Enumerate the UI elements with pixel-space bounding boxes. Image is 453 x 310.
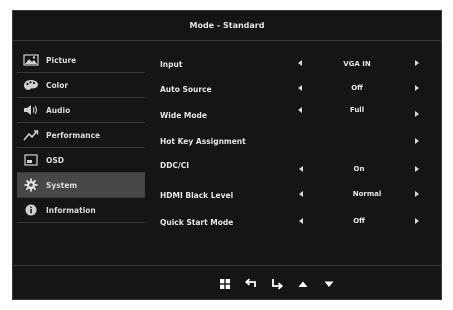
setting-wide-mode[interactable]: Wide Mode Full [147, 106, 437, 123]
palette-icon [23, 79, 39, 91]
setting-label: Input [160, 60, 183, 69]
setting-hot-key-assignment[interactable]: Hot Key Assignment [147, 133, 437, 149]
setting-auto-source[interactable]: Auto Source Off [147, 81, 437, 97]
picture-icon [23, 54, 39, 66]
setting-input[interactable]: Input VGA IN [147, 56, 437, 72]
performance-graph-icon [23, 129, 39, 141]
left-arrow-icon[interactable] [298, 60, 302, 66]
right-arrow-icon[interactable] [415, 218, 419, 224]
left-arrow-icon[interactable] [298, 107, 302, 113]
setting-value: Off [353, 217, 365, 225]
sidebar-item-system[interactable]: System [17, 173, 145, 198]
speaker-icon [23, 104, 39, 116]
setting-label: Hot Key Assignment [160, 137, 246, 146]
sidebar-item-performance[interactable]: Performance [17, 123, 145, 148]
right-arrow-icon[interactable] [415, 166, 419, 172]
menu-grid-icon[interactable] [218, 276, 232, 290]
setting-ddc-ci[interactable]: DDC/CI On [147, 159, 437, 175]
left-arrow-icon[interactable] [299, 166, 303, 172]
setting-value: On [353, 165, 365, 173]
setting-label: Auto Source [160, 85, 212, 94]
setting-label: Wide Mode [160, 111, 207, 120]
sidebar-item-label: Picture [46, 56, 77, 65]
setting-value: VGA IN [343, 60, 371, 68]
sidebar-item-label: System [46, 181, 78, 190]
right-arrow-icon[interactable] [415, 60, 419, 66]
sidebar-item-information[interactable]: Information [17, 198, 145, 223]
sidebar: Picture Color Audio Performance OSD Syst… [17, 48, 145, 223]
sidebar-item-osd[interactable]: OSD [17, 148, 145, 173]
divider [13, 265, 441, 266]
setting-value: Normal [352, 190, 382, 198]
setting-label: HDMI Black Level [160, 191, 234, 200]
sidebar-item-label: OSD [46, 156, 65, 165]
setting-quick-start-mode[interactable]: Quick Start Mode Off [147, 214, 437, 230]
right-arrow-icon[interactable] [415, 191, 419, 197]
setting-hdmi-black-level[interactable]: HDMI Black Level Normal [147, 187, 437, 203]
sidebar-item-audio[interactable]: Audio [17, 98, 145, 123]
sidebar-item-label: Color [46, 81, 69, 90]
up-arrow-icon[interactable] [296, 276, 310, 290]
sidebar-item-label: Audio [46, 106, 71, 115]
hotkey-bar [218, 276, 348, 292]
info-icon [23, 204, 39, 216]
right-arrow-icon[interactable] [415, 85, 419, 91]
sidebar-item-label: Performance [46, 131, 101, 140]
osd-menu-window: Mode - Standard Picture Color Audio Perf… [12, 10, 442, 300]
sidebar-item-color[interactable]: Color [17, 73, 145, 98]
right-arrow-icon[interactable] [415, 138, 419, 144]
right-arrow-icon[interactable] [415, 111, 419, 117]
left-arrow-icon[interactable] [298, 85, 302, 91]
sidebar-item-picture[interactable]: Picture [17, 48, 145, 73]
left-arrow-icon[interactable] [299, 191, 303, 197]
gear-icon [23, 178, 39, 192]
sidebar-item-label: Information [46, 206, 96, 215]
setting-value: Off [351, 84, 363, 92]
left-arrow-icon[interactable] [299, 218, 303, 224]
osd-icon [23, 154, 39, 166]
back-icon[interactable] [244, 276, 258, 290]
setting-label: DDC/CI [160, 161, 189, 170]
setting-label: Quick Start Mode [160, 218, 234, 227]
enter-icon[interactable] [270, 276, 284, 290]
page-title: Mode - Standard [13, 11, 441, 41]
setting-value: Full [349, 106, 365, 114]
down-arrow-icon[interactable] [322, 276, 336, 290]
